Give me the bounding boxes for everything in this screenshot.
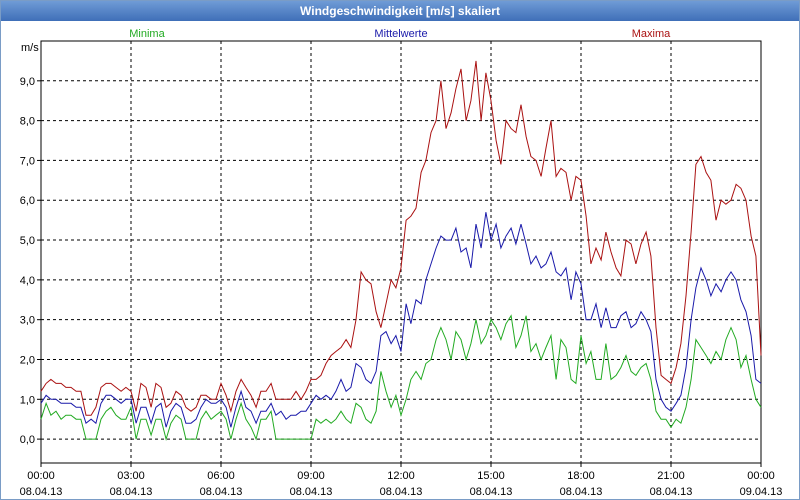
x-tick-date: 09.04.13 [740,486,783,498]
x-tick-date: 08.04.13 [650,486,693,498]
x-tick-date: 08.04.13 [470,486,513,498]
y-tick-label: 4,0 [20,275,35,287]
x-tick-time: 12:00 [387,470,415,482]
y-tick-label: 3,0 [20,315,35,327]
y-tick-label: 5,0 [20,235,35,247]
y-tick-label: 1,0 [20,394,35,406]
x-axis-ticks: 00:00 08.04.13 03:00 08.04.13 06:00 08.04.13 0… [20,463,783,498]
x-tick-date: 08.04.13 [110,486,153,498]
x-tick-time: 15:00 [477,470,505,482]
chart-window: Windgeschwindigkeit [m/s] skaliert 0,0 1,… [0,0,800,500]
x-tick-time: 00:00 [27,470,55,482]
legend-entry: Maxima [632,28,671,40]
wind-speed-chart: 0,0 1,0 2,0 3,0 4,0 5,0 6,0 7,0 8,0 9,0 00:00 08.0… [20,28,783,498]
y-axis-ticks: 0,0 1,0 2,0 3,0 4,0 5,0 6,0 7,0 8,0 9,0 [20,76,41,446]
y-tick-label: 8,0 [20,116,35,128]
y-axis-label: m/s [21,42,39,54]
x-tick-time: 00:00 [747,470,775,482]
legend: Minima Mittelwerte Maxima [129,28,671,40]
x-tick-time: 09:00 [297,470,325,482]
x-tick-date: 08.04.13 [560,486,603,498]
x-tick-time: 18:00 [567,470,595,482]
x-tick-date: 08.04.13 [200,486,243,498]
x-tick-date: 08.04.13 [380,486,423,498]
x-tick-date: 08.04.13 [290,486,333,498]
legend-entry: Mittelwerte [374,28,427,40]
x-tick-time: 03:00 [117,470,145,482]
y-tick-label: 9,0 [20,76,35,88]
x-tick-time: 06:00 [207,470,235,482]
y-tick-label: 0,0 [20,434,35,446]
y-tick-label: 6,0 [20,195,35,207]
y-tick-label: 2,0 [20,354,35,366]
x-tick-date: 08.04.13 [20,486,63,498]
legend-entry: Minima [129,28,165,40]
y-tick-label: 7,0 [20,155,35,167]
x-tick-time: 21:00 [657,470,685,482]
